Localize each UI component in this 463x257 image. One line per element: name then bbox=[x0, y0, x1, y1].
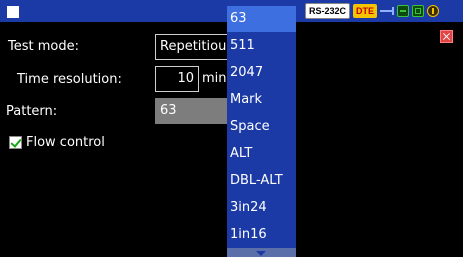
close-icon[interactable] bbox=[440, 30, 453, 43]
status-indicators: RS-232C DTE bbox=[305, 3, 440, 19]
test-mode-select[interactable]: Repetitious bbox=[155, 34, 231, 60]
dropdown-option-2047[interactable]: 2047 bbox=[227, 60, 296, 86]
scroll-down-icon[interactable] bbox=[227, 248, 296, 257]
pattern-select[interactable]: 63 bbox=[155, 98, 231, 124]
dropdown-option-63[interactable]: 63 bbox=[227, 6, 296, 32]
pattern-dropdown-list[interactable]: 63 511 2047 Mark Space ALT DBL-ALT 3in24… bbox=[227, 0, 296, 257]
window-icon bbox=[7, 6, 19, 18]
pattern-label: Pattern: bbox=[6, 104, 58, 119]
rs232c-badge: RS-232C bbox=[305, 3, 351, 19]
dropdown-option-dbl-alt[interactable]: DBL-ALT bbox=[227, 168, 296, 194]
power-icon bbox=[427, 5, 440, 17]
dropdown-option-511[interactable]: 511 bbox=[227, 33, 296, 59]
flow-control-checkbox[interactable] bbox=[9, 136, 22, 149]
time-resolution-input[interactable]: 10 bbox=[155, 66, 199, 92]
dropdown-option-3in24[interactable]: 3in24 bbox=[227, 195, 296, 221]
dropdown-option-mark[interactable]: Mark bbox=[227, 87, 296, 113]
dropdown-option-1in16[interactable]: 1in16 bbox=[227, 222, 296, 248]
lan-icon bbox=[397, 5, 410, 17]
dropdown-option-space[interactable]: Space bbox=[227, 114, 296, 140]
dte-badge: DTE bbox=[353, 4, 378, 18]
dropdown-option-alt[interactable]: ALT bbox=[227, 141, 296, 167]
usb-icon bbox=[380, 5, 395, 17]
time-resolution-label: Time resolution: bbox=[17, 72, 122, 87]
test-mode-label: Test mode: bbox=[8, 39, 79, 54]
flow-control-label[interactable]: Flow control bbox=[26, 135, 105, 150]
sd-card-icon bbox=[412, 5, 425, 17]
